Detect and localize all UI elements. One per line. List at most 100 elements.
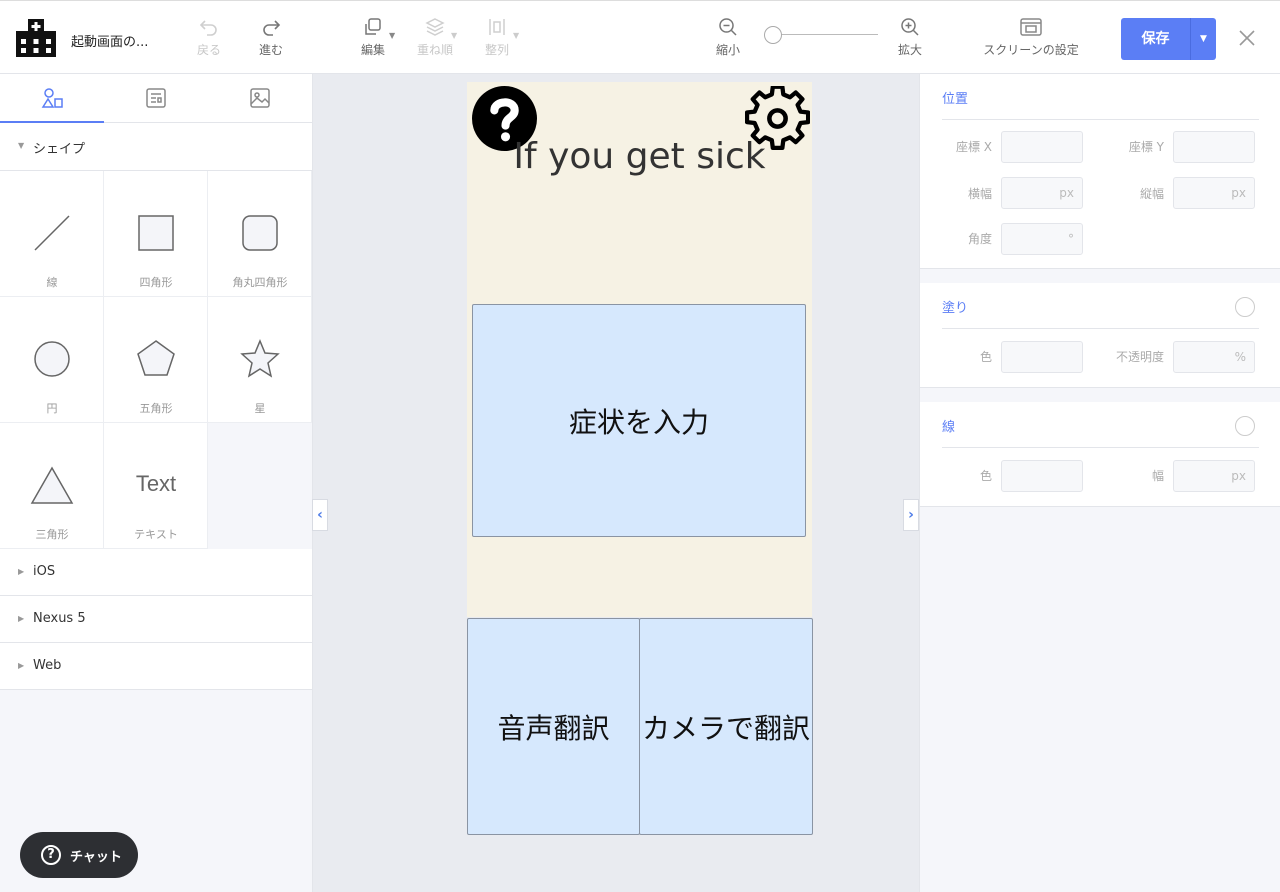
position-section-title: 位置 xyxy=(942,92,969,107)
category-label: Web xyxy=(33,658,62,673)
shapes-section-title: シェイプ xyxy=(33,142,86,157)
chevron-down-icon: ▼ xyxy=(513,31,520,40)
top-toolbar: 起動画面の... 戻る 進む ▼ 編集 ▼ 重ね順 ▼ 整列 縮小 拡大 スクリ… xyxy=(0,0,1280,74)
text-icon: Text xyxy=(135,471,177,496)
zoom-out-button[interactable]: 縮小 xyxy=(698,17,758,65)
copy-icon xyxy=(365,18,381,35)
shape-star[interactable]: 星 xyxy=(208,297,312,423)
undo-button[interactable]: 戻る xyxy=(179,17,239,65)
stroke-color-input[interactable] xyxy=(1001,460,1083,492)
category-label: Nexus 5 xyxy=(33,611,86,626)
screen-title-text[interactable]: If you get sick xyxy=(467,136,812,177)
height-label: 縦幅 xyxy=(1139,187,1164,201)
shape-label: 円 xyxy=(46,402,58,415)
save-options-dropdown[interactable]: ▼ xyxy=(1191,18,1216,60)
fill-section: 塗り 色 不透明度 % xyxy=(920,283,1280,388)
stroke-toggle[interactable] xyxy=(1235,416,1255,436)
align-label: 整列 xyxy=(484,43,509,57)
left-panel: ▼ シェイプ 線 四角形 角丸四角形 円 五角形 星 三角形 Text テキスト… xyxy=(0,74,313,892)
voice-translate-button[interactable]: 音声翻訳 xyxy=(467,618,640,835)
triangle-icon xyxy=(30,466,74,504)
zoom-in-label: 拡大 xyxy=(897,43,922,57)
help-circle-icon: ? xyxy=(41,845,61,865)
properties-panel: 位置 座標 X 座標 Y 横幅 px 縦幅 px 角度 ° 塗り 色 不透明度 … xyxy=(919,74,1280,892)
align-menu-button[interactable]: ▼ 整列 xyxy=(467,17,527,65)
pentagon-icon xyxy=(137,340,175,376)
shape-rounded-rectangle[interactable]: 角丸四角形 xyxy=(208,171,312,297)
zoom-slider-track[interactable] xyxy=(768,34,878,35)
angle-label: 角度 xyxy=(967,232,992,246)
collapse-right-panel-button[interactable]: › xyxy=(903,499,919,531)
star-icon xyxy=(240,339,280,378)
tab-images[interactable] xyxy=(208,74,312,123)
edit-label: 編集 xyxy=(360,43,385,57)
collapse-left-panel-button[interactable]: ‹ xyxy=(312,499,328,531)
zoom-out-label: 縮小 xyxy=(715,43,740,57)
chat-label: チャット xyxy=(70,850,122,865)
components-icon xyxy=(146,88,166,108)
angle-input[interactable]: ° xyxy=(1001,223,1083,255)
redo-label: 進む xyxy=(258,43,283,57)
fill-toggle[interactable] xyxy=(1235,297,1255,317)
order-label: 重ね順 xyxy=(416,43,453,57)
redo-icon xyxy=(263,20,281,36)
layers-icon xyxy=(425,18,445,36)
shape-label: 四角形 xyxy=(139,276,173,289)
save-button[interactable]: 保存 ▼ xyxy=(1121,18,1216,60)
shape-label: 三角形 xyxy=(35,528,69,541)
app-logo-icon[interactable] xyxy=(16,19,56,57)
save-label[interactable]: 保存 xyxy=(1121,18,1190,60)
left-panel-tabs xyxy=(0,74,312,123)
category-nexus-5[interactable]: ▶ Nexus 5 xyxy=(0,596,312,643)
chat-button[interactable]: ? チャット xyxy=(20,832,138,878)
close-icon[interactable] xyxy=(1237,28,1257,48)
edit-menu-button[interactable]: ▼ 編集 xyxy=(343,17,403,65)
zoom-in-icon xyxy=(901,18,919,36)
document-title[interactable]: 起動画面の... xyxy=(71,31,148,50)
shape-text[interactable]: Text テキスト xyxy=(104,423,208,549)
undo-icon xyxy=(199,20,217,36)
opacity-input[interactable]: % xyxy=(1173,341,1255,373)
x-input[interactable] xyxy=(1001,131,1083,163)
shape-line[interactable]: 線 xyxy=(0,171,104,297)
shapes-icon xyxy=(41,88,63,108)
chevron-down-icon: ▼ xyxy=(451,31,458,40)
shape-label: 線 xyxy=(46,276,58,289)
camera-translate-button[interactable]: カメラで翻訳 xyxy=(639,618,813,835)
image-icon xyxy=(250,88,270,108)
order-menu-button[interactable]: ▼ 重ね順 xyxy=(405,17,465,65)
category-label: iOS xyxy=(33,564,56,579)
chevron-down-icon: ▼ xyxy=(18,141,25,150)
tab-shapes[interactable] xyxy=(0,74,104,123)
line-icon xyxy=(34,215,70,251)
zoom-in-button[interactable]: 拡大 xyxy=(880,17,940,65)
category-web[interactable]: ▶ Web xyxy=(0,643,312,690)
stroke-width-input[interactable]: px xyxy=(1173,460,1255,492)
shape-label: 角丸四角形 xyxy=(232,276,288,289)
stroke-section: 線 色 幅 px xyxy=(920,402,1280,507)
fill-section-title: 塗り xyxy=(942,301,969,316)
width-input[interactable]: px xyxy=(1001,177,1083,209)
shapes-section-header[interactable]: ▼ シェイプ xyxy=(0,123,312,171)
x-label: 座標 X xyxy=(955,140,992,154)
category-ios[interactable]: ▶ iOS xyxy=(0,549,312,596)
y-input[interactable] xyxy=(1173,131,1255,163)
circle-icon xyxy=(34,341,70,377)
shape-label: 五角形 xyxy=(139,402,173,415)
screen-settings-button[interactable]: スクリーンの設定 xyxy=(981,17,1081,65)
shape-rectangle[interactable]: 四角形 xyxy=(104,171,208,297)
fill-color-label: 色 xyxy=(979,350,992,364)
tab-components[interactable] xyxy=(104,74,208,123)
shape-pentagon[interactable]: 五角形 xyxy=(104,297,208,423)
shape-circle[interactable]: 円 xyxy=(0,297,104,423)
zoom-out-icon xyxy=(719,18,737,36)
zoom-slider-handle[interactable] xyxy=(764,26,782,44)
symptom-input-button[interactable]: 症状を入力 xyxy=(472,304,806,537)
rectangle-icon xyxy=(138,215,174,251)
shape-triangle[interactable]: 三角形 xyxy=(0,423,104,549)
fill-color-input[interactable] xyxy=(1001,341,1083,373)
height-input[interactable]: px xyxy=(1173,177,1255,209)
redo-button[interactable]: 進む xyxy=(241,17,301,65)
screen-settings-icon xyxy=(1020,18,1042,36)
align-icon xyxy=(489,19,505,35)
